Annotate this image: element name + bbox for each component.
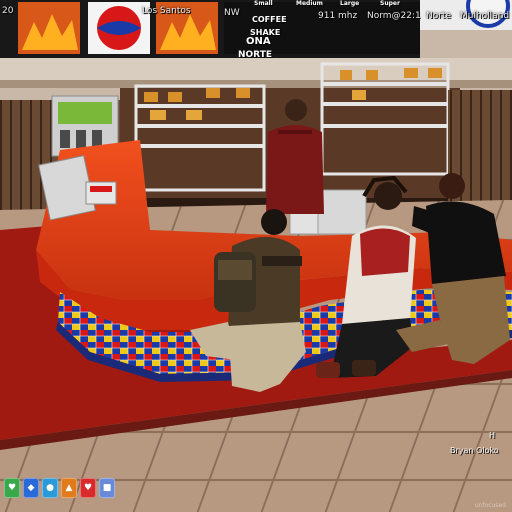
logo-line2: NORTE	[238, 50, 272, 60]
food-icon: ▲	[61, 478, 77, 498]
shield-icon: ■	[99, 478, 115, 498]
hud-compass: NW	[224, 8, 240, 18]
watermark: unfocused	[474, 502, 506, 509]
hud-city: Los Santos	[142, 6, 191, 16]
hud-frequency: 911 mhz	[318, 11, 358, 21]
drop-icon: ●	[42, 478, 58, 498]
hud-zone: Norte	[426, 11, 452, 21]
logo-line1: ONA	[246, 36, 271, 47]
menu-size-medium: Medium	[296, 0, 323, 7]
menu-size-small: Small	[254, 0, 273, 7]
water-icon: ◆	[23, 478, 39, 498]
hud-player-status: Norm@22:1	[367, 11, 421, 21]
menu-size-super: Super	[380, 0, 400, 7]
heart-icon: ♥	[80, 478, 96, 498]
hud-location: Mulholland	[460, 11, 510, 21]
game-scene: 20 Los Santos NW 911 mhz Norm@22:1 Norte…	[0, 0, 512, 512]
player-name-tag: Bryan Oloko	[450, 446, 499, 455]
health-icon: ♥	[4, 478, 20, 498]
status-icon-bar: ♥ ◆ ● ▲ ♥ ■	[4, 478, 115, 498]
hud-year: 20	[2, 6, 14, 16]
menu-size-large: Large	[340, 0, 360, 7]
player-marker-icon: H	[489, 431, 496, 440]
restaurant-interior	[0, 0, 512, 512]
menu-coffee-label: COFFEE	[252, 15, 287, 24]
